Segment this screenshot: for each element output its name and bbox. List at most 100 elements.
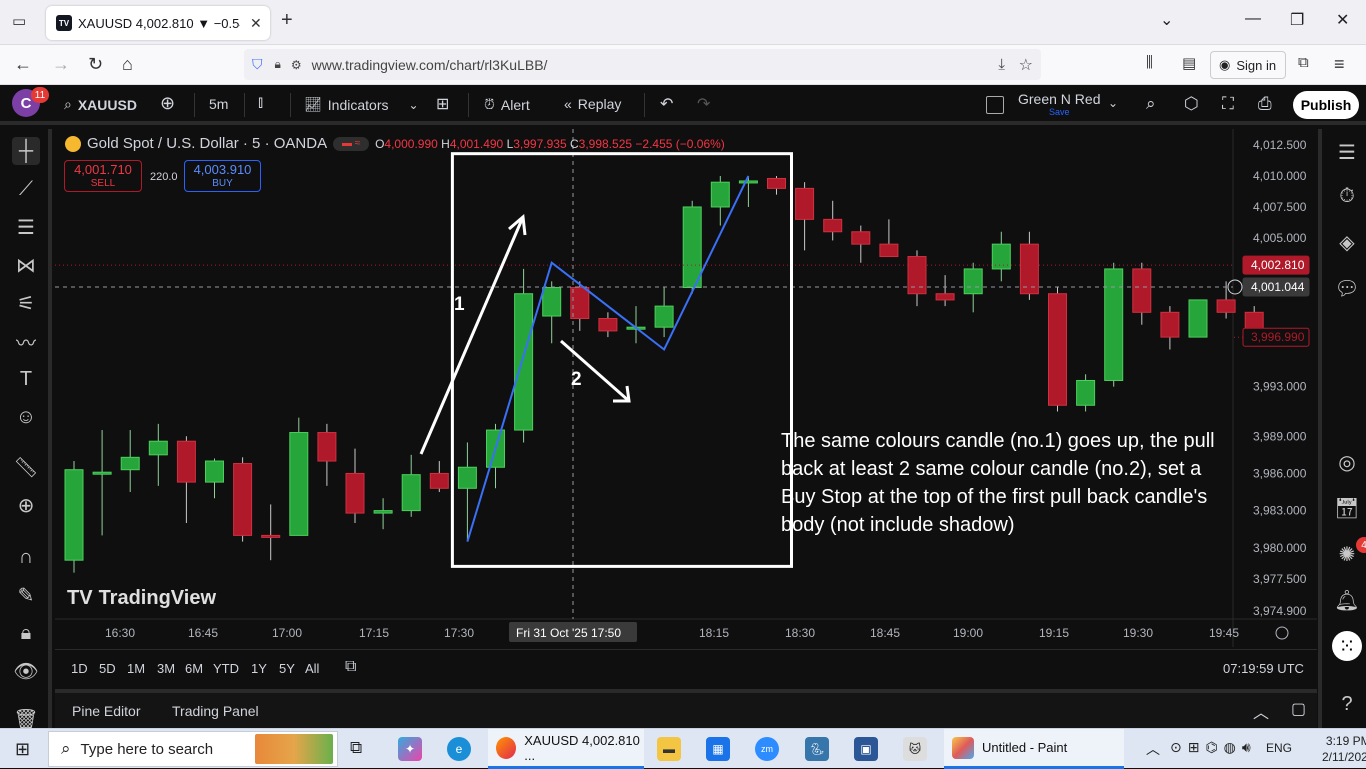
python-icon[interactable]: 🐍︎ xyxy=(805,737,829,761)
indicators-button[interactable]: 📈︎ Indicators ⌄ xyxy=(304,96,419,113)
task-view-icon[interactable]: ⧉ xyxy=(350,738,362,758)
reload-icon[interactable]: ↻ xyxy=(88,54,103,75)
range-ytd[interactable]: YTD xyxy=(213,661,239,676)
watchlist-icon[interactable]: ☰ xyxy=(1332,137,1362,167)
candle-body[interactable] xyxy=(261,534,281,538)
language-indicator[interactable]: ENG xyxy=(1266,741,1292,755)
candle-body[interactable] xyxy=(289,432,309,536)
new-tab-icon[interactable]: + xyxy=(281,9,293,32)
target-icon[interactable]: ◎ xyxy=(1332,447,1362,477)
shield-icon[interactable]: ⛉ xyxy=(252,56,263,73)
calendar-icon[interactable]: 📅︎ xyxy=(1332,493,1362,523)
file-explorer-icon[interactable]: ▬ xyxy=(657,737,681,761)
save-to-pocket-icon[interactable]: ⤓ xyxy=(998,56,1005,73)
lock-icon[interactable]: 🔒︎ xyxy=(275,57,281,72)
sidebar-icon[interactable]: ▤ xyxy=(1182,54,1196,72)
range-1y[interactable]: 1Y xyxy=(251,661,267,676)
candle-body[interactable] xyxy=(1104,268,1124,381)
browser-tab[interactable]: TV XAUUSD 4,002.810 ▼ −0.54% G ✕ xyxy=(46,6,270,40)
tray-chevron-icon[interactable]: ︿ xyxy=(1146,739,1160,759)
symbol-search-button[interactable]: ⌕ XAUUSD xyxy=(64,96,137,113)
eye-icon[interactable]: 👁︎ xyxy=(12,657,40,685)
candle-body[interactable] xyxy=(907,256,927,295)
forecast-tool-icon[interactable]: ⚟ xyxy=(12,289,40,317)
pattern-tool-icon[interactable]: ⋈ xyxy=(12,251,40,279)
layout-chevron-icon[interactable]: ⌄ xyxy=(1108,96,1118,110)
layout-name-button[interactable]: Green N Red Save xyxy=(1018,91,1100,117)
layouts-icon[interactable]: ⊞ xyxy=(436,94,449,114)
snapshot-camera-icon[interactable]: ⎙ xyxy=(1258,94,1272,114)
candle-body[interactable] xyxy=(176,440,196,483)
range-5y[interactable]: 5Y xyxy=(279,661,295,676)
undo-icon[interactable]: ↶ xyxy=(660,94,673,114)
candle-body[interactable] xyxy=(233,463,253,536)
candlestick-chart[interactable]: 4,012.500 4,010.000 4,007.500 4,005.000 3,99… xyxy=(55,129,1317,647)
candle-body[interactable] xyxy=(92,471,112,475)
utc-clock[interactable]: 07:19:59 UTC xyxy=(1223,661,1304,676)
firefox-task[interactable]: XAUUSD 4,002.810 ... xyxy=(488,729,644,769)
emoji-icon[interactable]: ☺ xyxy=(12,403,40,431)
candle-body[interactable] xyxy=(120,456,140,471)
sign-in-button[interactable]: ◉ Sign in xyxy=(1210,51,1286,79)
collapse-chevron-icon[interactable]: ︿ xyxy=(1253,699,1269,723)
home-icon[interactable]: ⌂ xyxy=(122,54,133,75)
candle-body[interactable] xyxy=(148,440,168,456)
menu-icon[interactable]: ≡ xyxy=(1334,54,1345,75)
range-5d[interactable]: 5D xyxy=(99,661,116,676)
alert-button[interactable]: ⏰︎ Alert xyxy=(484,96,530,113)
goto-date-icon[interactable]: ⧉ xyxy=(345,658,356,676)
chat-icon[interactable]: 💬︎ xyxy=(1332,273,1362,303)
candle-body[interactable] xyxy=(457,466,477,489)
permissions-icon[interactable]: ⚙︎ xyxy=(291,58,302,72)
trendline-tool-icon[interactable]: ⟋ xyxy=(12,175,40,203)
list-all-tabs-icon[interactable]: ⌄ xyxy=(1160,10,1173,30)
interval-button[interactable]: 5m xyxy=(209,96,228,112)
url-bar[interactable]: ⛉ 🔒︎ ⚙︎ www.tradingview.com/chart/rl3KuL… xyxy=(244,49,1041,80)
candle-body[interactable] xyxy=(373,510,393,514)
forward-icon[interactable]: → xyxy=(52,54,70,75)
copilot-icon[interactable]: ✦ xyxy=(398,737,422,761)
close-window-icon[interactable]: ✕ xyxy=(1336,10,1349,30)
quick-search-icon[interactable]: ⌕ xyxy=(1146,94,1156,114)
layers-icon[interactable]: ◈ xyxy=(1332,227,1362,257)
range-6m[interactable]: 6M xyxy=(185,661,203,676)
candle-body[interactable] xyxy=(205,460,224,483)
candle-body[interactable] xyxy=(851,231,871,245)
compare-symbol-icon[interactable]: ⊕ xyxy=(160,93,175,114)
fullscreen-icon[interactable]: ⛶ xyxy=(1222,94,1234,114)
chart-type-icon[interactable]: ⫾ xyxy=(258,94,263,112)
help-icon[interactable]: ? xyxy=(1332,689,1362,719)
axis-settings-icon[interactable] xyxy=(1275,626,1289,640)
chart-pane[interactable]: 4,012.500 4,010.000 4,007.500 4,005.000 3,99… xyxy=(55,129,1317,647)
range-1d[interactable]: 1D xyxy=(71,661,88,676)
minimize-icon[interactable]: — xyxy=(1245,10,1261,28)
lock-icon[interactable]: 🔒︎ xyxy=(12,619,40,647)
candle-body[interactable] xyxy=(935,293,955,301)
publish-button[interactable]: Publish xyxy=(1293,91,1359,119)
candle-body[interactable] xyxy=(963,268,983,295)
sell-button[interactable]: 4,001.710 SELL xyxy=(64,160,142,192)
taskbar-search[interactable]: ⌕ Type here to search xyxy=(48,731,338,767)
candle-body[interactable] xyxy=(1216,299,1236,313)
candle-body[interactable] xyxy=(317,432,337,462)
chevron-down-icon[interactable]: ⌄ xyxy=(408,98,418,112)
candle-body[interactable] xyxy=(1188,299,1208,338)
library-icon[interactable]: ⫼ xyxy=(1146,54,1153,71)
back-icon[interactable]: ← xyxy=(14,54,32,75)
fib-tool-icon[interactable]: ☰ xyxy=(12,213,40,241)
tab-list-icon[interactable]: ▭ xyxy=(12,12,26,30)
magnet-icon[interactable]: ∩ xyxy=(12,543,40,571)
symbol-title[interactable]: Gold Spot / U.S. Dollar · 5 · OANDA xyxy=(87,135,327,152)
url-text[interactable]: www.tradingview.com/chart/rl3KuLBB/ xyxy=(312,57,548,73)
crosshair-tool-icon[interactable]: ┼ xyxy=(12,137,40,165)
close-tab-icon[interactable]: ✕ xyxy=(250,15,262,32)
ruler-icon[interactable]: 📏︎ xyxy=(12,453,40,481)
layout-checkbox[interactable] xyxy=(986,96,1004,114)
restore-icon[interactable]: ❐ xyxy=(1290,10,1304,30)
zoom-in-icon[interactable]: ⊕ xyxy=(12,491,40,519)
windows-start-icon[interactable]: ⊞ xyxy=(15,739,30,760)
candle-body[interactable] xyxy=(1132,268,1152,313)
candle-body[interactable] xyxy=(710,181,730,208)
range-3m[interactable]: 3M xyxy=(157,661,175,676)
candle-body[interactable] xyxy=(514,293,534,431)
